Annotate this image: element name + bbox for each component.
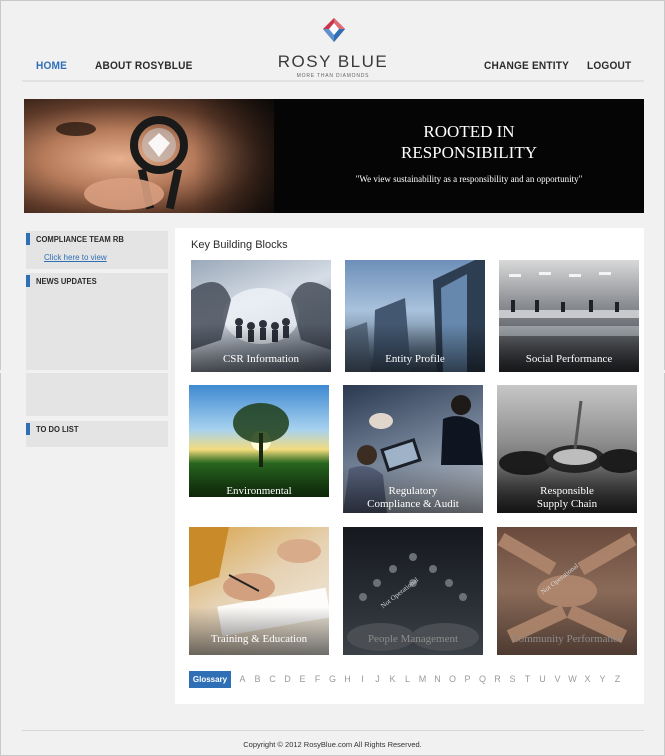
glossary-letter-d[interactable]: D [280,671,295,688]
glossary-letter-s[interactable]: S [505,671,520,688]
banner-quote: "We view sustainability as a responsibil… [355,174,583,184]
tile-environmental-performance[interactable]: Environmental Performance [189,385,329,497]
tile-label: Social Performance [525,353,613,365]
tile-label: Responsible Supply Chain [536,485,598,510]
tile-social-performance[interactable]: Social Performance [499,260,639,372]
nav-home[interactable]: HOME [36,60,67,72]
tile-community-performance[interactable]: Not Operational Community Performance [497,527,637,655]
key-building-blocks-panel: Key Building Blocks CSR Information Enti [175,228,644,704]
glossary-letter-p[interactable]: P [460,671,475,688]
glossary-letter-z[interactable]: Z [610,671,625,688]
glossary-button[interactable]: Glossary [189,671,231,688]
glossary-letter-r[interactable]: R [490,671,505,688]
tile-regulatory-compliance-audit[interactable]: Regulatory Compliance & Audit [343,385,483,513]
hero-banner: ROOTED IN RESPONSIBILITY "We view sustai… [24,99,644,213]
compliance-team-title: COMPLIANCE TEAM RB [36,235,124,244]
glossary-letter-q[interactable]: Q [475,671,490,688]
header-divider [22,80,644,82]
tile-training-education[interactable]: Training & Education [189,527,329,655]
glossary-letter-e[interactable]: E [295,671,310,688]
news-updates-title: NEWS UPDATES [36,277,97,286]
compliance-team-panel: COMPLIANCE TEAM RB Click here to view [26,231,168,269]
glossary-letter-o[interactable]: O [445,671,460,688]
tile-responsible-supply-chain[interactable]: Responsible Supply Chain [497,385,637,513]
glossary-letter-f[interactable]: F [310,671,325,688]
glossary-letters: ABCDEFGHIJKLMNOPQRSTUVWXYZ [235,671,625,688]
logo-name: ROSY BLUE [277,52,389,71]
todo-list-title: TO DO LIST [36,425,79,434]
tile-label: CSR Information [222,353,300,365]
news-updates-panel: NEWS UPDATES [26,273,168,370]
glossary-letter-k[interactable]: K [385,671,400,688]
tile-label: Community Performance [511,633,623,645]
glossary-letter-u[interactable]: U [535,671,550,688]
glossary-bar: Glossary ABCDEFGHIJKLMNOPQRSTUVWXYZ [189,671,635,688]
nav-change-entity[interactable]: CHANGE ENTITY [484,60,569,72]
glossary-letter-c[interactable]: C [265,671,280,688]
news-updates-panel-cont [26,373,168,416]
diamond-logo-icon [323,18,345,42]
nav-about-rosyblue[interactable]: ABOUT ROSYBLUE [95,60,193,72]
nav-logout[interactable]: LOGOUT [587,60,631,72]
tile-label: Regulatory Compliance & Audit [367,485,459,510]
logo-tagline: MORE THAN DIAMONDS [296,73,370,79]
glossary-letter-w[interactable]: W [565,671,580,688]
glossary-letter-n[interactable]: N [430,671,445,688]
tile-label: People Management [367,633,459,645]
glossary-letter-h[interactable]: H [340,671,355,688]
glossary-letter-i[interactable]: I [355,671,370,688]
tile-label: Entity Profile [385,353,445,365]
rosy-blue-logo[interactable]: ROSY BLUE MORE THAN DIAMONDS [274,16,392,79]
compliance-view-link[interactable]: Click here to view [44,253,107,262]
glossary-letter-j[interactable]: J [370,671,385,688]
glossary-letter-y[interactable]: Y [595,671,610,688]
glossary-letter-t[interactable]: T [520,671,535,688]
glossary-letter-l[interactable]: L [400,671,415,688]
glossary-letter-x[interactable]: X [580,671,595,688]
glossary-letter-v[interactable]: V [550,671,565,688]
footer-divider [22,730,644,731]
glossary-letter-b[interactable]: B [250,671,265,688]
glossary-letter-m[interactable]: M [415,671,430,688]
todo-list-panel: TO DO LIST [26,421,168,447]
tile-csr-information[interactable]: CSR Information [191,260,331,372]
glossary-letter-a[interactable]: A [235,671,250,688]
section-title: Key Building Blocks [191,239,288,251]
tile-people-management[interactable]: Not Operational People Management [343,527,483,655]
glossary-letter-g[interactable]: G [325,671,340,688]
tile-label: Training & Education [210,633,308,645]
footer-copyright: Copyright © 2012 RosyBlue.com All Rights… [243,740,422,749]
tile-entity-profile[interactable]: Entity Profile [345,260,485,372]
tile-label: Environmental Performance [226,485,292,497]
site-header: HOME ABOUT ROSYBLUE ROSY BLUE MORE THAN … [22,10,644,82]
banner-title: ROOTED IN RESPONSIBILITY [400,122,537,162]
